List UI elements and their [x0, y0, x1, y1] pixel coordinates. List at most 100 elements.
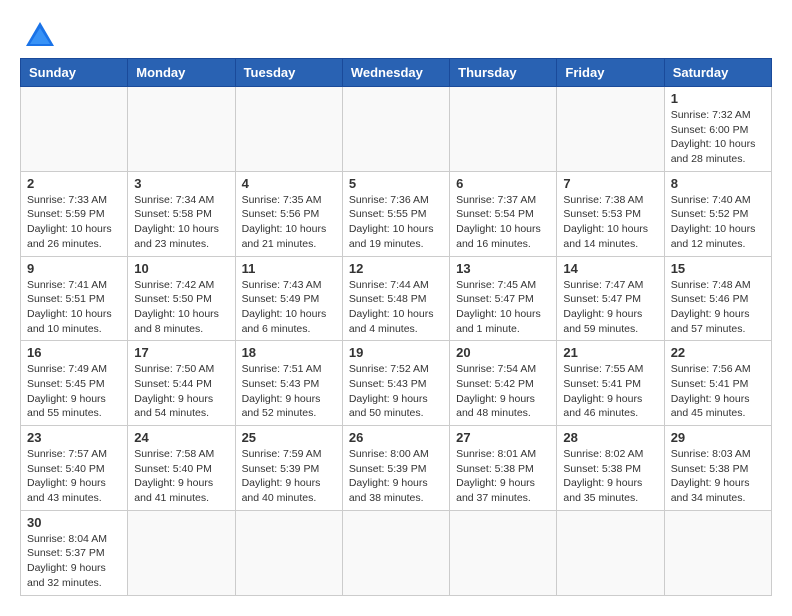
day-info: Sunrise: 7:59 AM Sunset: 5:39 PM Dayligh…: [242, 447, 336, 506]
day-info: Sunrise: 7:40 AM Sunset: 5:52 PM Dayligh…: [671, 193, 765, 252]
day-number: 12: [349, 261, 443, 276]
day-number: 6: [456, 176, 550, 191]
calendar-cell: 1Sunrise: 7:32 AM Sunset: 6:00 PM Daylig…: [664, 87, 771, 172]
day-number: 15: [671, 261, 765, 276]
calendar-cell: [128, 510, 235, 595]
day-number: 24: [134, 430, 228, 445]
day-info: Sunrise: 7:54 AM Sunset: 5:42 PM Dayligh…: [456, 362, 550, 421]
calendar-cell: [128, 87, 235, 172]
calendar-cell: 27 Sunrise: 8:01 AM Sunset: 5:38 PM Dayli…: [450, 426, 557, 511]
calendar-cell: 9 Sunrise: 7:41 AM Sunset: 5:51 PM Daylig…: [21, 256, 128, 341]
calendar-cell: [342, 510, 449, 595]
calendar-cell: 24 Sunrise: 7:58 AM Sunset: 5:40 PM Dayli…: [128, 426, 235, 511]
day-number: 19: [349, 345, 443, 360]
day-info: Sunrise: 7:33 AM Sunset: 5:59 PM Dayligh…: [27, 193, 121, 252]
day-info: Sunrise: 7:42 AM Sunset: 5:50 PM Dayligh…: [134, 278, 228, 337]
calendar-cell: 4 Sunrise: 7:35 AM Sunset: 5:56 PM Daylig…: [235, 171, 342, 256]
calendar-cell: 7 Sunrise: 7:38 AM Sunset: 5:53 PM Daylig…: [557, 171, 664, 256]
weekday-header-tuesday: Tuesday: [235, 59, 342, 87]
weekday-header-wednesday: Wednesday: [342, 59, 449, 87]
day-number: 1: [671, 91, 765, 106]
day-info: Sunrise: 7:58 AM Sunset: 5:40 PM Dayligh…: [134, 447, 228, 506]
calendar-cell: 5 Sunrise: 7:36 AM Sunset: 5:55 PM Daylig…: [342, 171, 449, 256]
calendar-cell: 22 Sunrise: 7:56 AM Sunset: 5:41 PM Dayli…: [664, 341, 771, 426]
day-number: 26: [349, 430, 443, 445]
day-number: 17: [134, 345, 228, 360]
day-info: Sunrise: 8:03 AM Sunset: 5:38 PM Dayligh…: [671, 447, 765, 506]
calendar-cell: 11Sunrise: 7:43 AM Sunset: 5:49 PM Dayli…: [235, 256, 342, 341]
day-info: Sunrise: 8:01 AM Sunset: 5:38 PM Dayligh…: [456, 447, 550, 506]
day-info: Sunrise: 7:36 AM Sunset: 5:55 PM Dayligh…: [349, 193, 443, 252]
calendar-cell: [450, 87, 557, 172]
day-number: 18: [242, 345, 336, 360]
calendar-cell: 30Sunrise: 8:04 AM Sunset: 5:37 PM Dayli…: [21, 510, 128, 595]
calendar-cell: 15 Sunrise: 7:48 AM Sunset: 5:46 PM Dayli…: [664, 256, 771, 341]
calendar-cell: 23 Sunrise: 7:57 AM Sunset: 5:40 PM Dayli…: [21, 426, 128, 511]
day-number: 10: [134, 261, 228, 276]
calendar-cell: [450, 510, 557, 595]
day-info: Sunrise: 7:57 AM Sunset: 5:40 PM Dayligh…: [27, 447, 121, 506]
weekday-header-friday: Friday: [557, 59, 664, 87]
day-info: Sunrise: 7:56 AM Sunset: 5:41 PM Dayligh…: [671, 362, 765, 421]
calendar-cell: 20 Sunrise: 7:54 AM Sunset: 5:42 PM Dayli…: [450, 341, 557, 426]
day-info: Sunrise: 7:44 AM Sunset: 5:48 PM Dayligh…: [349, 278, 443, 337]
page-header: [20, 20, 772, 48]
logo: [20, 20, 56, 48]
day-number: 30: [27, 515, 121, 530]
day-info: Sunrise: 8:00 AM Sunset: 5:39 PM Dayligh…: [349, 447, 443, 506]
calendar-cell: 19 Sunrise: 7:52 AM Sunset: 5:43 PM Dayli…: [342, 341, 449, 426]
calendar-week-row: 16Sunrise: 7:49 AM Sunset: 5:45 PM Dayli…: [21, 341, 772, 426]
calendar-cell: 25 Sunrise: 7:59 AM Sunset: 5:39 PM Dayli…: [235, 426, 342, 511]
calendar-table: SundayMondayTuesdayWednesdayThursdayFrid…: [20, 58, 772, 596]
day-info: Sunrise: 7:47 AM Sunset: 5:47 PM Dayligh…: [563, 278, 657, 337]
day-number: 13: [456, 261, 550, 276]
weekday-header-thursday: Thursday: [450, 59, 557, 87]
day-number: 25: [242, 430, 336, 445]
day-number: 21: [563, 345, 657, 360]
day-number: 16: [27, 345, 121, 360]
day-number: 5: [349, 176, 443, 191]
day-info: Sunrise: 7:52 AM Sunset: 5:43 PM Dayligh…: [349, 362, 443, 421]
day-number: 20: [456, 345, 550, 360]
logo-icon: [24, 20, 56, 48]
calendar-cell: [557, 510, 664, 595]
day-info: Sunrise: 7:51 AM Sunset: 5:43 PM Dayligh…: [242, 362, 336, 421]
day-info: Sunrise: 7:38 AM Sunset: 5:53 PM Dayligh…: [563, 193, 657, 252]
day-info: Sunrise: 8:02 AM Sunset: 5:38 PM Dayligh…: [563, 447, 657, 506]
day-number: 29: [671, 430, 765, 445]
day-number: 22: [671, 345, 765, 360]
day-info: Sunrise: 7:50 AM Sunset: 5:44 PM Dayligh…: [134, 362, 228, 421]
calendar-week-row: 30Sunrise: 8:04 AM Sunset: 5:37 PM Dayli…: [21, 510, 772, 595]
weekday-header-sunday: Sunday: [21, 59, 128, 87]
day-number: 9: [27, 261, 121, 276]
day-info: Sunrise: 7:48 AM Sunset: 5:46 PM Dayligh…: [671, 278, 765, 337]
calendar-cell: 2 Sunrise: 7:33 AM Sunset: 5:59 PM Daylig…: [21, 171, 128, 256]
calendar-week-row: 23 Sunrise: 7:57 AM Sunset: 5:40 PM Dayli…: [21, 426, 772, 511]
weekday-header-saturday: Saturday: [664, 59, 771, 87]
day-info: Sunrise: 7:41 AM Sunset: 5:51 PM Dayligh…: [27, 278, 121, 337]
calendar-week-row: 1Sunrise: 7:32 AM Sunset: 6:00 PM Daylig…: [21, 87, 772, 172]
calendar-cell: 16Sunrise: 7:49 AM Sunset: 5:45 PM Dayli…: [21, 341, 128, 426]
day-number: 7: [563, 176, 657, 191]
calendar-cell: 18 Sunrise: 7:51 AM Sunset: 5:43 PM Dayli…: [235, 341, 342, 426]
day-info: Sunrise: 7:34 AM Sunset: 5:58 PM Dayligh…: [134, 193, 228, 252]
day-number: 11: [242, 261, 336, 276]
day-info: Sunrise: 7:35 AM Sunset: 5:56 PM Dayligh…: [242, 193, 336, 252]
calendar-cell: 13Sunrise: 7:45 AM Sunset: 5:47 PM Dayli…: [450, 256, 557, 341]
day-number: 2: [27, 176, 121, 191]
calendar-cell: 3Sunrise: 7:34 AM Sunset: 5:58 PM Daylig…: [128, 171, 235, 256]
day-number: 4: [242, 176, 336, 191]
calendar-cell: [342, 87, 449, 172]
calendar-cell: 6Sunrise: 7:37 AM Sunset: 5:54 PM Daylig…: [450, 171, 557, 256]
calendar-cell: 14 Sunrise: 7:47 AM Sunset: 5:47 PM Dayli…: [557, 256, 664, 341]
calendar-cell: 17 Sunrise: 7:50 AM Sunset: 5:44 PM Dayli…: [128, 341, 235, 426]
day-number: 27: [456, 430, 550, 445]
calendar-cell: [235, 510, 342, 595]
calendar-cell: [235, 87, 342, 172]
weekday-header-monday: Monday: [128, 59, 235, 87]
day-number: 8: [671, 176, 765, 191]
day-number: 23: [27, 430, 121, 445]
logo-area: [20, 20, 56, 48]
calendar-week-row: 9 Sunrise: 7:41 AM Sunset: 5:51 PM Daylig…: [21, 256, 772, 341]
day-number: 14: [563, 261, 657, 276]
